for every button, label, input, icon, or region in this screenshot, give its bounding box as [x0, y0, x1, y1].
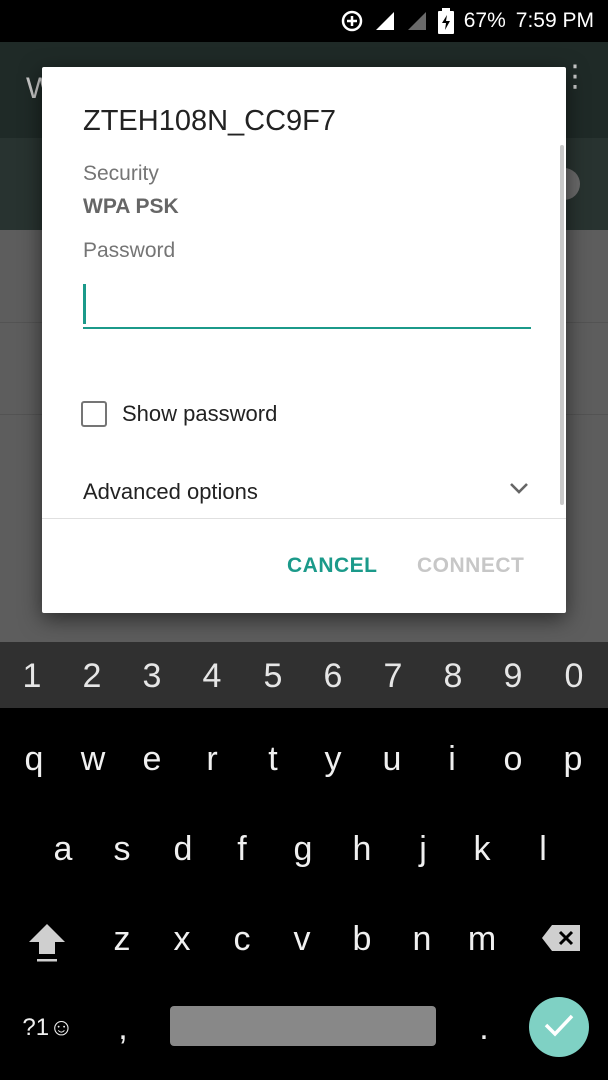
key-3[interactable]: 3	[122, 656, 182, 696]
key-m[interactable]: m	[452, 919, 512, 959]
key-p[interactable]: p	[543, 739, 603, 779]
key-z[interactable]: z	[92, 919, 152, 959]
key-5[interactable]: 5	[243, 656, 303, 696]
key-x[interactable]: x	[152, 919, 212, 959]
key-8[interactable]: 8	[423, 656, 483, 696]
key-t[interactable]: t	[243, 739, 303, 779]
key-u[interactable]: u	[362, 739, 422, 779]
security-label: Security	[83, 162, 159, 185]
battery-percent: 67%	[463, 9, 506, 32]
key-4[interactable]: 4	[182, 656, 242, 696]
backspace-icon[interactable]	[531, 922, 591, 962]
key-q[interactable]: q	[4, 739, 64, 779]
key-s[interactable]: s	[92, 829, 152, 869]
dialog-scrollbar[interactable]	[560, 145, 564, 505]
key-1[interactable]: 1	[2, 656, 62, 696]
chevron-down-icon[interactable]	[508, 481, 530, 500]
key-f[interactable]: f	[212, 829, 272, 869]
key-o[interactable]: o	[483, 739, 543, 779]
battery-charging-icon	[437, 8, 454, 34]
key-y[interactable]: y	[303, 739, 363, 779]
show-password-label: Show password	[122, 401, 278, 426]
key-r[interactable]: r	[182, 739, 242, 779]
security-value: WPA PSK	[83, 195, 179, 218]
signal-icon	[374, 10, 396, 32]
key-c[interactable]: c	[212, 919, 272, 959]
dialog-divider	[42, 518, 566, 519]
password-input[interactable]	[83, 281, 531, 329]
key-2[interactable]: 2	[62, 656, 122, 696]
key-9[interactable]: 9	[483, 656, 543, 696]
password-label: Password	[83, 239, 176, 262]
connect-button[interactable]: CONNECT	[417, 554, 524, 578]
key-6[interactable]: 6	[303, 656, 363, 696]
key-d[interactable]: d	[153, 829, 213, 869]
advanced-options-label[interactable]: Advanced options	[83, 479, 258, 505]
number-row: 1 2 3 4 5 6 7 8 9 0	[0, 642, 608, 708]
show-password-row[interactable]: Show password	[81, 401, 277, 427]
key-g[interactable]: g	[273, 829, 333, 869]
key-h[interactable]: h	[332, 829, 392, 869]
clock: 7:59 PM	[515, 9, 594, 32]
wifi-connect-dialog: ZTEH108N_CC9F7 Security WPA PSK Password…	[42, 67, 566, 613]
soft-keyboard: 1 2 3 4 5 6 7 8 9 0 q w e r t y u i o p …	[0, 642, 608, 1080]
symbols-key[interactable]: ?1☺	[16, 1008, 80, 1048]
key-7[interactable]: 7	[363, 656, 423, 696]
key-n[interactable]: n	[392, 919, 452, 959]
key-0[interactable]: 0	[544, 656, 604, 696]
key-a[interactable]: a	[33, 829, 93, 869]
data-saver-icon	[340, 9, 364, 33]
key-j[interactable]: j	[393, 829, 453, 869]
status-bar: 67% 7:59 PM	[0, 0, 608, 42]
checkmark-icon	[543, 1012, 575, 1043]
text-cursor	[83, 284, 86, 324]
key-period[interactable]: .	[454, 1008, 514, 1048]
key-e[interactable]: e	[122, 739, 182, 779]
show-password-checkbox[interactable]	[81, 401, 107, 427]
key-b[interactable]: b	[332, 919, 392, 959]
dialog-title: ZTEH108N_CC9F7	[83, 105, 337, 137]
signal-empty-icon	[406, 10, 428, 32]
key-v[interactable]: v	[272, 919, 332, 959]
enter-key[interactable]	[529, 997, 589, 1057]
key-k[interactable]: k	[452, 829, 512, 869]
key-l[interactable]: l	[513, 829, 573, 869]
key-comma[interactable]: ,	[93, 1008, 153, 1048]
key-i[interactable]: i	[422, 739, 482, 779]
space-bar[interactable]	[170, 1006, 436, 1046]
cancel-button[interactable]: CANCEL	[287, 554, 378, 578]
shift-icon[interactable]	[17, 920, 77, 973]
key-w[interactable]: w	[63, 739, 123, 779]
